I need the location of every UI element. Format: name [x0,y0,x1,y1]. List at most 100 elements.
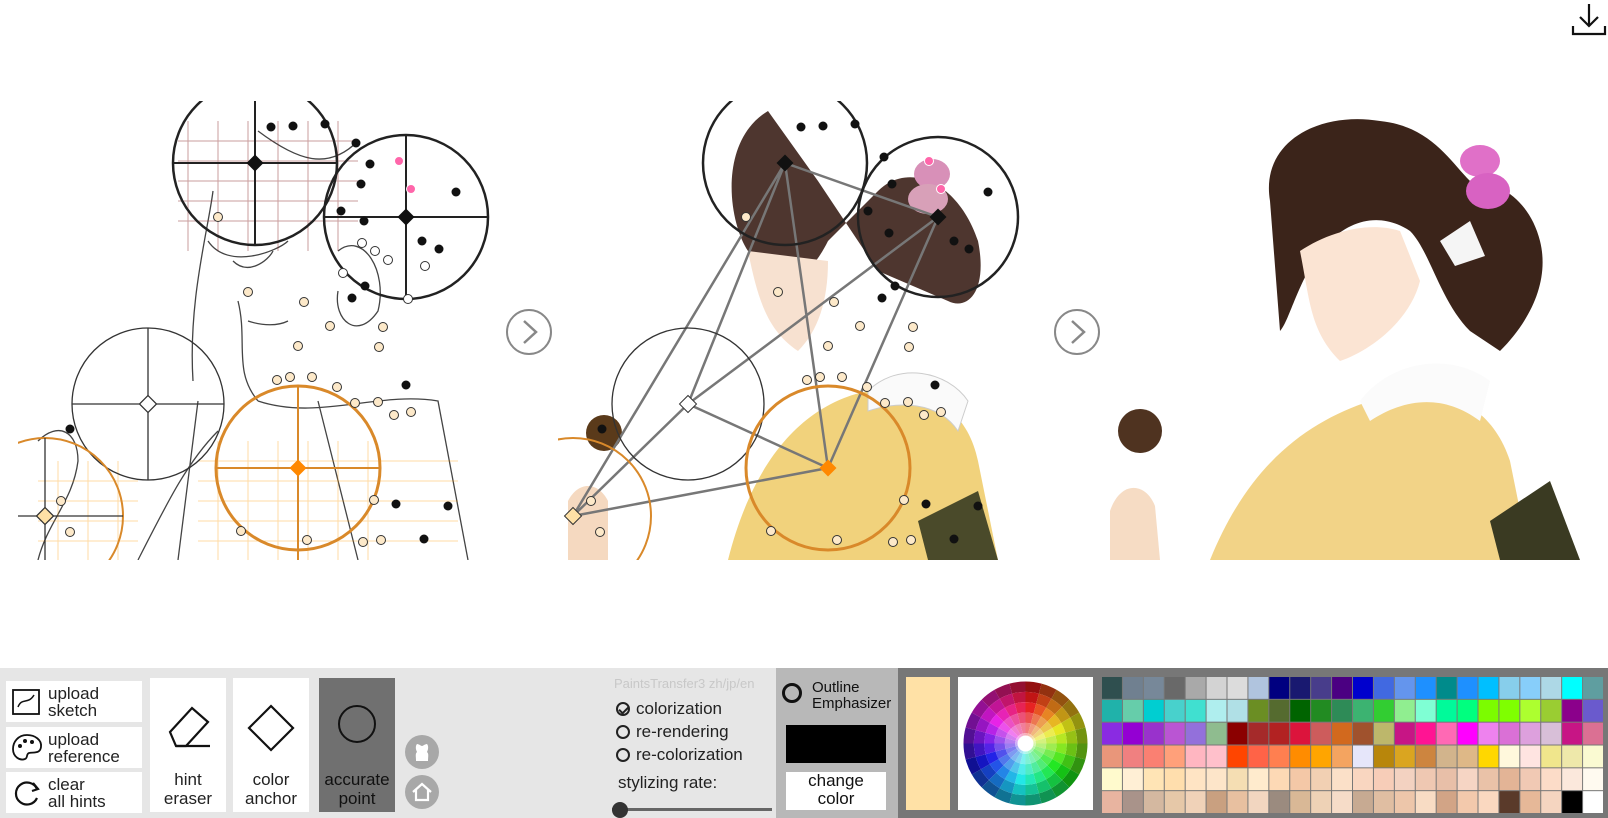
palette-swatch[interactable] [1583,791,1603,813]
palette-swatch[interactable] [1415,745,1436,768]
palette-swatch[interactable] [1122,745,1143,768]
palette-swatch[interactable] [1353,699,1373,722]
palette-swatch[interactable] [1415,677,1436,699]
palette-swatch[interactable] [1248,677,1269,699]
palette-swatch[interactable] [1102,722,1122,745]
palette-swatch[interactable] [1520,745,1541,768]
color-grid[interactable] [1102,677,1604,814]
palette-swatch[interactable] [1373,768,1394,791]
palette-swatch[interactable] [1311,699,1332,722]
palette-swatch[interactable] [1520,699,1541,722]
palette-swatch[interactable] [1185,768,1206,791]
palette-swatch[interactable] [1478,722,1499,745]
palette-swatch[interactable] [1164,768,1185,791]
accurate-point-tool[interactable]: accurate point [319,678,395,812]
palette-swatch[interactable] [1457,745,1478,768]
palette-swatch[interactable] [1394,768,1415,791]
palette-swatch[interactable] [1290,791,1311,813]
palette-swatch[interactable] [1353,722,1373,745]
palette-swatch[interactable] [1185,699,1206,722]
palette-swatch[interactable] [1394,699,1415,722]
palette-swatch[interactable] [1185,745,1206,768]
palette-swatch[interactable] [1269,722,1290,745]
palette-swatch[interactable] [1227,722,1248,745]
palette-swatch[interactable] [1415,722,1436,745]
palette-swatch[interactable] [1583,699,1603,722]
palette-swatch[interactable] [1583,768,1603,791]
palette-swatch[interactable] [1394,791,1415,813]
palette-swatch[interactable] [1541,768,1562,791]
palette-swatch[interactable] [1311,745,1332,768]
palette-swatch[interactable] [1332,768,1352,791]
palette-swatch[interactable] [1227,677,1248,699]
palette-swatch[interactable] [1499,745,1520,768]
palette-swatch[interactable] [1499,722,1520,745]
palette-swatch[interactable] [1122,699,1143,722]
palette-swatch[interactable] [1206,677,1227,699]
palette-swatch[interactable] [1478,791,1499,813]
stylizing-rate-slider[interactable] [612,802,772,818]
palette-swatch[interactable] [1227,745,1248,768]
next-arrow-icon[interactable] [1053,308,1101,356]
palette-swatch[interactable] [1394,677,1415,699]
palette-swatch[interactable] [1353,677,1373,699]
mode-re-rendering[interactable]: re-rendering [616,721,729,743]
clear-hints-button[interactable]: clear all hints [6,772,142,813]
mode-re-colorization[interactable]: re-colorization [616,744,743,766]
outline-toggle[interactable] [782,683,802,703]
palette-swatch[interactable] [1248,791,1269,813]
palette-swatch[interactable] [1269,745,1290,768]
palette-swatch[interactable] [1541,745,1562,768]
palette-swatch[interactable] [1353,745,1373,768]
mode-colorization[interactable]: colorization [616,698,722,720]
palette-swatch[interactable] [1353,768,1373,791]
palette-swatch[interactable] [1290,699,1311,722]
palette-swatch[interactable] [1248,722,1269,745]
palette-swatch[interactable] [1583,677,1603,699]
upload-sketch-button[interactable]: upload sketch [6,681,142,722]
palette-swatch[interactable] [1290,722,1311,745]
palette-swatch[interactable] [1269,677,1290,699]
palette-swatch[interactable] [1541,677,1562,699]
palette-swatch[interactable] [1102,677,1122,699]
palette-swatch[interactable] [1206,699,1227,722]
palette-swatch[interactable] [1102,745,1122,768]
change-color-button[interactable]: change color [786,772,886,810]
palette-swatch[interactable] [1269,699,1290,722]
palette-swatch[interactable] [1562,745,1583,768]
palette-swatch[interactable] [1332,791,1352,813]
palette-swatch[interactable] [1332,722,1352,745]
palette-swatch[interactable] [1122,768,1143,791]
palette-swatch[interactable] [1164,677,1185,699]
palette-swatch[interactable] [1478,745,1499,768]
palette-swatch[interactable] [1143,699,1164,722]
palette-swatch[interactable] [1332,677,1352,699]
palette-swatch[interactable] [1185,677,1206,699]
download-icon[interactable] [1570,2,1608,38]
palette-swatch[interactable] [1436,745,1457,768]
palette-swatch[interactable] [1102,768,1122,791]
palette-swatch[interactable] [1478,768,1499,791]
palette-swatch[interactable] [1269,791,1290,813]
palette-swatch[interactable] [1562,768,1583,791]
palette-swatch[interactable] [1562,791,1583,813]
palette-swatch[interactable] [1206,722,1227,745]
palette-swatch[interactable] [1499,768,1520,791]
hint-eraser-tool[interactable]: hint eraser [150,678,226,812]
palette-swatch[interactable] [1185,791,1206,813]
github-icon[interactable] [404,734,440,770]
palette-swatch[interactable] [1562,722,1583,745]
palette-swatch[interactable] [1143,745,1164,768]
palette-swatch[interactable] [1164,745,1185,768]
palette-swatch[interactable] [1122,722,1143,745]
palette-swatch[interactable] [1164,722,1185,745]
palette-swatch[interactable] [1478,677,1499,699]
palette-swatch[interactable] [1457,722,1478,745]
palette-swatch[interactable] [1541,699,1562,722]
palette-swatch[interactable] [1520,768,1541,791]
palette-swatch[interactable] [1415,791,1436,813]
palette-swatch[interactable] [1541,722,1562,745]
palette-swatch[interactable] [1164,699,1185,722]
palette-swatch[interactable] [1373,699,1394,722]
palette-swatch[interactable] [1436,677,1457,699]
